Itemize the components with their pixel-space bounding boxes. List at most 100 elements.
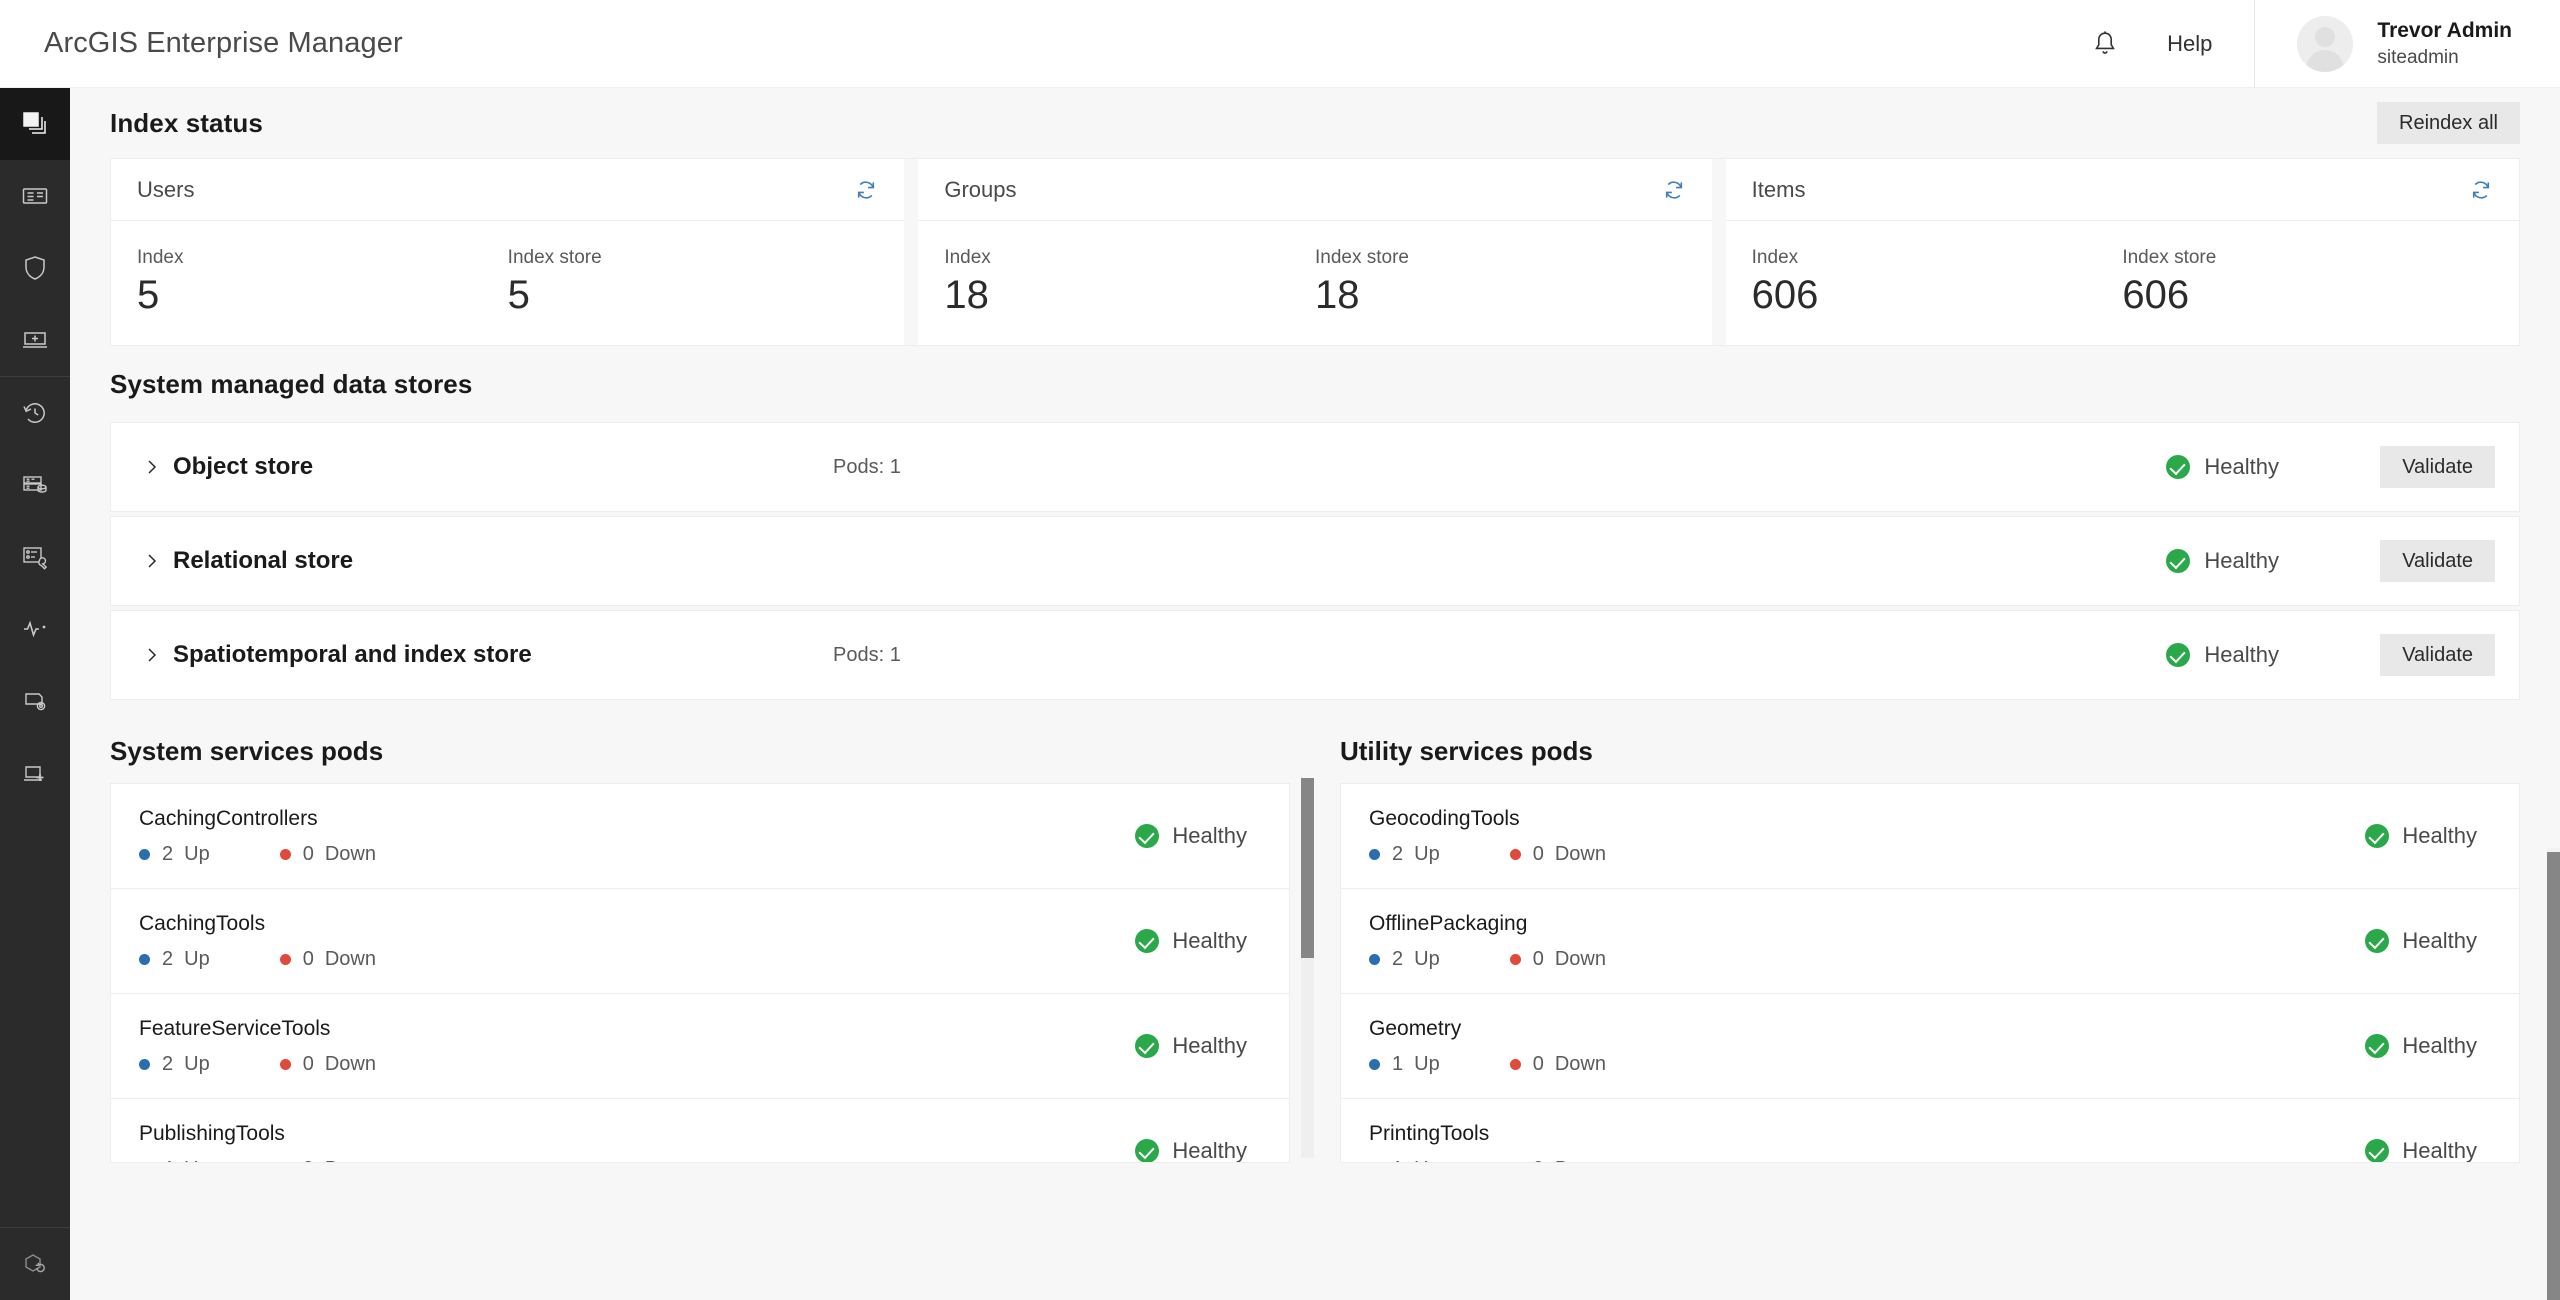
sidebar-item-organization[interactable] bbox=[0, 160, 70, 232]
status-text: Healthy bbox=[2402, 823, 2477, 848]
sidebar-item-add-site[interactable] bbox=[0, 737, 70, 809]
index-metric: Index store 18 bbox=[1315, 247, 1686, 315]
sidebar-item-tools[interactable] bbox=[0, 521, 70, 593]
status-text: Healthy bbox=[2402, 1138, 2477, 1163]
app-header: ArcGIS Enterprise Manager Help Trevor Ad… bbox=[0, 0, 2560, 88]
up-label: Up bbox=[1414, 1052, 1440, 1075]
chevron-right-icon[interactable] bbox=[135, 551, 169, 571]
list-item[interactable]: CachingControllers 2 Up 0 Down Healthy bbox=[111, 784, 1289, 889]
up-label: Up bbox=[1414, 947, 1440, 970]
up-value: 2 bbox=[162, 1052, 174, 1075]
list-item[interactable]: OfflinePackaging 2 Up 0 Down Healthy bbox=[1341, 889, 2519, 994]
user-role: siteadmin bbox=[2377, 46, 2459, 68]
list-item[interactable]: Geometry 1 Up 0 Down Healthy bbox=[1341, 994, 2519, 1099]
reindex-all-button[interactable]: Reindex all bbox=[2377, 102, 2520, 144]
sidebar-item-monitoring[interactable] bbox=[0, 593, 70, 665]
validate-button[interactable]: Validate bbox=[2380, 446, 2495, 488]
pod-name: PublishingTools bbox=[139, 1121, 285, 1145]
app-title: ArcGIS Enterprise Manager bbox=[44, 27, 403, 59]
status-badge: Healthy bbox=[2365, 928, 2477, 954]
down-value: 0 bbox=[1533, 1158, 1544, 1163]
validate-button[interactable]: Validate bbox=[2380, 540, 2495, 582]
page-scrollbar[interactable] bbox=[2547, 848, 2560, 1300]
user-name: Trevor Admin bbox=[2377, 18, 2512, 42]
down-dot-icon bbox=[279, 848, 291, 860]
status-badge: Healthy bbox=[2166, 642, 2279, 668]
help-button[interactable]: Help bbox=[2167, 31, 2212, 57]
pod-down-count: 0 Down bbox=[279, 1053, 376, 1076]
system-services-pods-title: System services pods bbox=[110, 736, 384, 766]
refresh-icon[interactable] bbox=[1662, 178, 1686, 202]
sidebar-item-history[interactable] bbox=[0, 377, 70, 449]
refresh-icon[interactable] bbox=[854, 178, 878, 202]
down-dot-icon bbox=[1509, 953, 1521, 965]
pod-down-count: 0 Down bbox=[280, 1158, 376, 1163]
metric-value: 5 bbox=[507, 273, 530, 317]
sidebar-item-sites[interactable] bbox=[0, 304, 70, 376]
metric-label: Index bbox=[1751, 247, 1799, 268]
down-value: 0 bbox=[1532, 842, 1544, 865]
pod-up-count: 4 Up bbox=[139, 1158, 210, 1163]
pod-name: CachingTools bbox=[139, 911, 266, 935]
layers-stack-icon bbox=[20, 109, 50, 139]
up-dot-icon bbox=[1369, 848, 1380, 860]
down-label: Down bbox=[325, 1158, 376, 1163]
index-card-title: Users bbox=[137, 176, 195, 202]
list-item[interactable]: CachingTools 2 Up 0 Down Healthy bbox=[111, 889, 1289, 994]
sidebar-item-deployment-settings[interactable] bbox=[0, 665, 70, 737]
pod-up-count: 2 Up bbox=[139, 843, 210, 866]
chevron-right-icon[interactable] bbox=[135, 457, 169, 477]
chevron-right-icon[interactable] bbox=[135, 645, 169, 665]
up-label: Up bbox=[184, 947, 210, 970]
index-cards-row: Users Index 5 Index store 5 Groups Index… bbox=[110, 158, 2520, 346]
down-label: Down bbox=[1554, 1052, 1606, 1075]
data-store-name: Relational store bbox=[173, 547, 354, 574]
table-row[interactable]: Spatiotemporal and index store Pods: 1 H… bbox=[110, 610, 2520, 700]
check-circle-icon bbox=[2365, 824, 2390, 848]
pod-up-count: 2 Up bbox=[1369, 948, 1440, 971]
index-status-header: Index status Reindex all bbox=[70, 88, 2560, 158]
check-circle-icon bbox=[2166, 455, 2191, 479]
index-metric: Index store 5 bbox=[508, 247, 879, 315]
down-value: 0 bbox=[302, 842, 314, 865]
main-content: Index status Reindex all Users Index 5 I… bbox=[70, 88, 2560, 1300]
up-value: 2 bbox=[162, 947, 174, 970]
notification-bell-icon[interactable] bbox=[2077, 16, 2133, 72]
down-label: Down bbox=[1554, 947, 1606, 970]
up-value: 1 bbox=[1392, 1052, 1404, 1075]
add-site-icon bbox=[20, 758, 50, 788]
status-badge: Healthy bbox=[2365, 1033, 2477, 1059]
validate-button[interactable]: Validate bbox=[2380, 634, 2495, 676]
list-item[interactable]: PrintingTools 1 Up 0 Down bbox=[1341, 1099, 2519, 1163]
status-text: Healthy bbox=[2204, 642, 2279, 667]
sidebar-item-sync-deployment[interactable] bbox=[0, 1228, 70, 1300]
status-text: Healthy bbox=[2402, 928, 2477, 953]
pod-name: CachingControllers bbox=[139, 806, 318, 830]
down-label: Down bbox=[324, 842, 376, 865]
pods-section: System services pods CachingControllers … bbox=[110, 736, 2520, 1163]
avatar bbox=[2297, 15, 2354, 72]
sidebar-item-data-stores[interactable] bbox=[0, 449, 70, 521]
status-text: Healthy bbox=[1172, 1033, 1247, 1058]
list-item[interactable]: GeocodingTools 2 Up 0 Down Healthy bbox=[1341, 784, 2519, 889]
check-circle-icon bbox=[1135, 929, 1160, 953]
metric-value: 5 bbox=[137, 273, 160, 317]
sidebar-item-overview[interactable] bbox=[0, 88, 70, 160]
table-row[interactable]: Relational store Healthy Validate bbox=[110, 516, 2520, 606]
pod-up-count: 1 Up bbox=[1369, 1053, 1440, 1076]
check-circle-icon bbox=[2166, 549, 2191, 573]
data-stores-list: Object store Pods: 1 Healthy Validate Re… bbox=[110, 422, 2520, 700]
refresh-icon[interactable] bbox=[2469, 178, 2493, 202]
status-badge: Healthy bbox=[1135, 1138, 1247, 1162]
list-item[interactable]: FeatureServiceTools 2 Up 0 Down Healthy bbox=[111, 994, 1289, 1099]
down-label: Down bbox=[1555, 1158, 1606, 1163]
pod-down-count: 0 Down bbox=[1509, 1052, 1606, 1076]
user-menu[interactable]: Trevor Admin siteadmin bbox=[2254, 0, 2560, 87]
sidebar-item-security[interactable] bbox=[0, 232, 70, 304]
down-dot-icon bbox=[1509, 1058, 1521, 1070]
system-services-pods-list: CachingControllers 2 Up 0 Down Healthy C… bbox=[110, 783, 1290, 1163]
pod-name: Geometry bbox=[1369, 1016, 1462, 1040]
list-item[interactable]: PublishingTools 4 Up 0 Down bbox=[111, 1099, 1289, 1163]
table-row[interactable]: Object store Pods: 1 Healthy Validate bbox=[110, 422, 2520, 512]
system-pods-scrollbar[interactable] bbox=[1301, 778, 1314, 1158]
